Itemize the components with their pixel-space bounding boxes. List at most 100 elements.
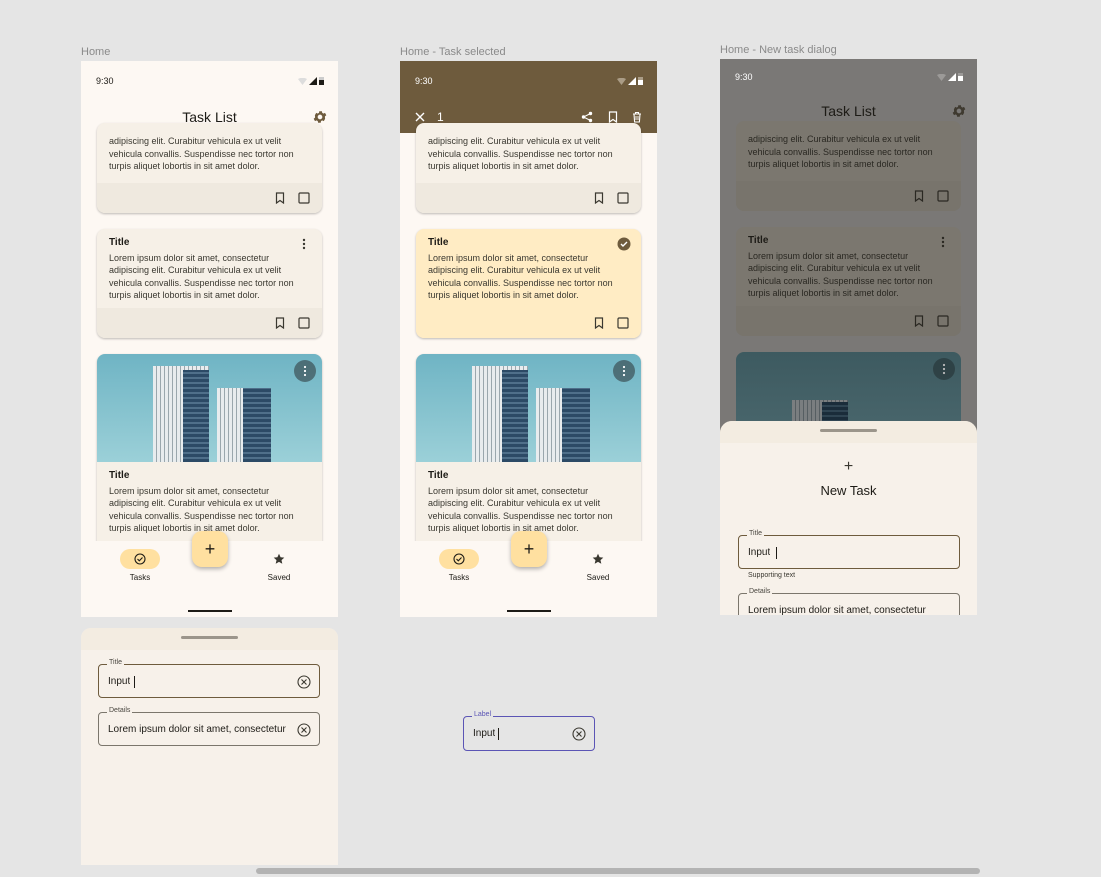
building-left-dark: [502, 370, 528, 462]
signal-icon: [948, 73, 956, 81]
drag-handle[interactable]: [181, 636, 238, 639]
edit-sheet: Title Input Details Lorem ipsum dolor si…: [81, 628, 338, 865]
add-task-fab[interactable]: +: [511, 531, 547, 567]
card-text: adipiscing elit. Curabitur vehicula ex u…: [428, 136, 613, 172]
home-indicator: [507, 610, 551, 612]
building-right-dark: [243, 388, 271, 462]
card-actions: [97, 308, 322, 338]
status-bar: 9:30: [81, 61, 338, 101]
signal-icon: [628, 77, 636, 85]
check-circle-icon: [134, 553, 146, 565]
card-text: Lorem ipsum dolor sit amet, consectetur …: [109, 485, 294, 534]
status-time: 9:30: [415, 76, 433, 86]
share-icon[interactable]: [581, 111, 593, 123]
more-vert-icon[interactable]: [298, 237, 310, 251]
status-bar: 9:30: [720, 59, 977, 95]
card-title: Title: [428, 470, 449, 481]
status-time: 9:30: [96, 76, 114, 86]
card-title: Title: [428, 237, 449, 248]
close-icon[interactable]: [415, 112, 425, 122]
card-text: Lorem ipsum dolor sit amet, consectetur …: [428, 485, 613, 534]
wifi-icon: [617, 77, 626, 85]
task-card-partial[interactable]: adipiscing elit. Curabitur vehicula ex u…: [97, 123, 322, 213]
title-field-label: Title: [107, 659, 124, 666]
card-actions: [416, 183, 641, 213]
checkbox-icon[interactable]: [298, 317, 310, 329]
more-vert-icon: [942, 363, 946, 375]
drag-handle[interactable]: [820, 429, 877, 432]
nav-saved-label: Saved: [586, 573, 610, 582]
battery-icon: [638, 77, 643, 85]
image-more-button[interactable]: [294, 360, 316, 382]
delete-icon[interactable]: [631, 111, 643, 123]
wifi-icon: [298, 77, 307, 85]
frame-label-home: Home: [81, 46, 111, 58]
dialog-screen: 9:30 Task List adipiscing elit. Curabitu…: [720, 59, 977, 615]
task-card-partial[interactable]: adipiscing elit. Curabitur vehicula ex u…: [416, 123, 641, 213]
bookmark-icon[interactable]: [274, 192, 286, 204]
task-card[interactable]: Title Lorem ipsum dolor sit amet, consec…: [97, 229, 322, 338]
nav-saved[interactable]: Saved: [249, 549, 309, 582]
clear-icon[interactable]: [297, 675, 311, 689]
text-cursor: [498, 728, 499, 740]
app-title: Task List: [821, 103, 876, 119]
nav-saved-label: Saved: [267, 573, 291, 582]
details-field-value: Lorem ipsum dolor sit amet, consectetur: [108, 724, 286, 735]
nav-tasks[interactable]: Tasks: [429, 549, 489, 582]
home-screen: 9:30 Task List adipiscing elit. Curabitu…: [81, 61, 338, 617]
nav-tasks-label: Tasks: [448, 573, 470, 582]
checkbox-icon[interactable]: [298, 192, 310, 204]
label-field[interactable]: Label Input: [463, 711, 595, 751]
bookmark-icon[interactable]: [607, 111, 619, 123]
clear-icon[interactable]: [297, 723, 311, 737]
battery-icon: [958, 73, 963, 81]
bookmark-icon[interactable]: [274, 317, 286, 329]
bottom-nav: Tasks + Saved: [400, 531, 657, 617]
details-field-label: Details: [747, 588, 773, 595]
task-card-with-image[interactable]: Title Lorem ipsum dolor sit amet, consec…: [97, 354, 322, 554]
frame-label-dialog: Home - New task dialog: [720, 44, 837, 56]
bookmark-icon[interactable]: [593, 317, 605, 329]
title-field[interactable]: Title Input: [98, 659, 320, 698]
title-field[interactable]: Title Input: [738, 530, 960, 569]
horizontal-scrollbar[interactable]: [256, 868, 980, 874]
nav-tasks[interactable]: Tasks: [110, 549, 170, 582]
title-field-label: Title: [747, 530, 764, 537]
home-indicator: [188, 610, 232, 612]
more-vert-icon: [622, 365, 626, 377]
task-card-with-image[interactable]: Title Lorem ipsum dolor sit amet, consec…: [416, 354, 641, 554]
task-card-selected[interactable]: Title Lorem ipsum dolor sit amet, consec…: [416, 229, 641, 338]
nav-saved-indicator: [578, 549, 618, 569]
card-text: Lorem ipsum dolor sit amet, consectetur …: [428, 252, 613, 301]
checkbox-icon[interactable]: [617, 192, 629, 204]
image-more-button[interactable]: [613, 360, 635, 382]
card-text: Lorem ipsum dolor sit amet, consectetur …: [748, 250, 933, 299]
details-field[interactable]: Details Lorem ipsum dolor sit amet, cons…: [98, 707, 320, 746]
details-field-value: Lorem ipsum dolor sit amet, consectetur: [748, 605, 926, 615]
check-circle-icon: [453, 553, 465, 565]
nav-saved[interactable]: Saved: [568, 549, 628, 582]
status-icons: [617, 77, 643, 85]
checkbox-icon[interactable]: [617, 317, 629, 329]
add-task-fab[interactable]: +: [192, 531, 228, 567]
card-actions: [97, 183, 322, 213]
card-title: Title: [109, 470, 130, 481]
bookmark-icon[interactable]: [593, 192, 605, 204]
clear-icon[interactable]: [572, 727, 586, 741]
bookmark-icon: [914, 315, 924, 327]
frame-label-selected: Home - Task selected: [400, 46, 506, 58]
card-text: adipiscing elit. Curabitur vehicula ex u…: [109, 136, 294, 172]
checkbox-icon: [937, 190, 949, 202]
card-actions: [416, 308, 641, 338]
sheet-header: [81, 628, 338, 650]
star-icon: [592, 553, 604, 564]
add-icon: +: [843, 458, 854, 475]
card-actions: [736, 181, 961, 211]
text-cursor: [134, 676, 135, 688]
details-field[interactable]: Details Lorem ipsum dolor sit amet, cons…: [738, 588, 960, 615]
star-icon: [273, 553, 285, 564]
nav-tasks-indicator: [120, 549, 160, 569]
check-circle-filled-icon[interactable]: [617, 237, 631, 251]
task-card: Title Lorem ipsum dolor sit amet, consec…: [736, 227, 961, 336]
label-field-value: Input: [473, 728, 496, 739]
